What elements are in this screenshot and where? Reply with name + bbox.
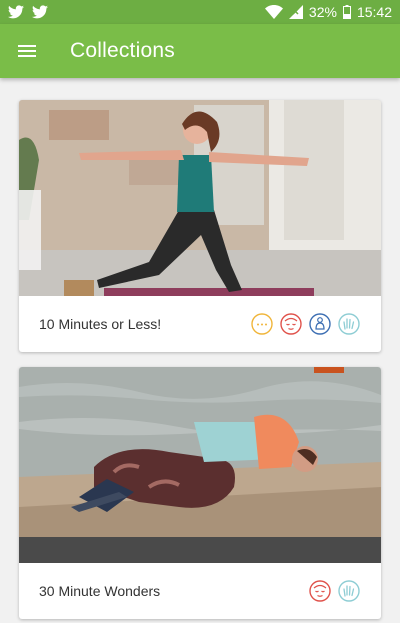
collection-thumbnail: [19, 100, 381, 296]
collection-card[interactable]: 30 Minute Wonders: [19, 367, 381, 619]
collection-title: 10 Minutes or Less!: [39, 316, 162, 332]
meditation-icon: [309, 313, 331, 335]
collection-thumbnail: [19, 367, 381, 563]
card-footer: 30 Minute Wonders: [19, 563, 381, 619]
chat-bubble-icon: [251, 313, 273, 335]
clock: 15:42: [356, 4, 392, 20]
cell-signal-icon: [288, 5, 303, 19]
app-bar: Collections: [0, 24, 400, 78]
battery-icon: [342, 5, 351, 19]
battery-percent: 32%: [308, 4, 337, 20]
category-icons: [308, 579, 361, 603]
hamburger-menu-icon: [18, 45, 36, 57]
twitter-icon: [8, 5, 24, 19]
hand-wave-icon: [338, 580, 360, 602]
relaxed-face-icon: [309, 580, 331, 602]
page-title: Collections: [70, 39, 175, 62]
collection-card[interactable]: 10 Minutes or Less!: [19, 100, 381, 352]
card-footer: 10 Minutes or Less!: [19, 296, 381, 352]
menu-button[interactable]: [0, 24, 54, 78]
collections-list: 10 Minutes or Less! 30 Minute Wonders: [0, 78, 400, 623]
hand-wave-icon: [338, 313, 360, 335]
status-bar: 32% 15:42: [0, 0, 400, 24]
category-icons: [250, 312, 361, 336]
twitter-icon: [32, 5, 48, 19]
collection-title: 30 Minute Wonders: [39, 583, 161, 599]
relaxed-face-icon: [280, 313, 302, 335]
wifi-icon: [264, 5, 283, 19]
